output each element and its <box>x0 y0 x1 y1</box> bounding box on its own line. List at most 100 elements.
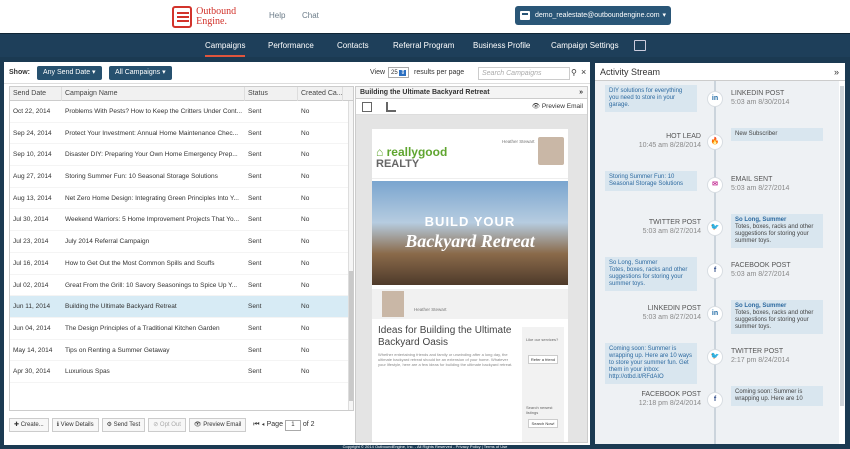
event-meta: FACEBOOK POST 12:18 pm 8/24/2014 <box>601 390 701 408</box>
side-search-label: Search newest listings <box>526 405 553 415</box>
table-row[interactable]: Jul 02, 2014 Great From the Grill: 10 Sav… <box>10 275 353 297</box>
event-date: 5:03 am 8/27/2014 <box>642 314 701 321</box>
col-created[interactable]: Created Ca... <box>298 87 343 101</box>
nav-business-profile[interactable]: Business Profile <box>473 34 530 57</box>
event-text: Coming soon: Summer is wrapping up. Here… <box>609 346 693 380</box>
table-row[interactable]: Jul 30, 2014 Weekend Warriors: 5 Home Imp… <box>10 209 353 232</box>
table-scrollbar[interactable] <box>348 101 353 410</box>
preview-email-button[interactable]: 👁 Preview Email <box>188 418 247 432</box>
activity-event: 🐦 Coming soon: Summer is wrapping up. Her… <box>595 341 845 384</box>
user-email: demo_realestate@outboundengine.com <box>535 12 660 19</box>
per-page-label: results per page <box>414 69 465 76</box>
scrollbar-thumb[interactable] <box>840 86 844 406</box>
send-test-button[interactable]: ⚙ Send Test <box>101 418 146 432</box>
bar-chart-icon[interactable] <box>386 102 396 112</box>
prev-page-icon[interactable]: ◂ <box>262 421 265 428</box>
page-input[interactable]: 1 <box>284 419 301 431</box>
table-row[interactable]: Sep 10, 2014 Disaster DIY: Preparing Your… <box>10 144 353 167</box>
opt-out-label: Opt Out <box>159 422 181 428</box>
search-input[interactable]: Search Campaigns <box>478 67 570 80</box>
event-bubble[interactable]: DIY solutions for everything you need to… <box>605 85 697 112</box>
table-row[interactable]: Aug 27, 2014 Storing Summer Fun: 10 Seaso… <box>10 166 353 188</box>
preview-email-link[interactable]: 👁 Preview Email <box>532 102 583 110</box>
nav-campaigns[interactable]: Campaigns <box>205 34 246 57</box>
table-row[interactable]: Jun 11, 2014 Building the Ultimate Backya… <box>10 296 353 318</box>
table-row[interactable]: Oct 22, 2014 Problems With Pests? How to … <box>10 101 353 123</box>
cell-send-date: Jun 11, 2014 <box>13 303 51 311</box>
refer-friend-button[interactable]: Refer a friend <box>528 355 558 364</box>
event-link[interactable]: So Long, Summer <box>735 217 819 224</box>
event-date: 5:03 am 8/30/2014 <box>731 99 790 106</box>
event-bubble[interactable]: So Long, Summer Totes, boxes, racks and o… <box>731 214 823 248</box>
search-now-button[interactable]: Search Now! <box>528 419 558 428</box>
email-header: ⌂ reallygood REALTY Heather Stewart <box>372 129 568 179</box>
campaign-filter[interactable]: All Campaigns ▾ <box>109 66 172 80</box>
chat-link[interactable]: Chat <box>302 11 319 20</box>
nav-referral-program[interactable]: Referral Program <box>393 34 454 57</box>
nav-contacts[interactable]: Contacts <box>337 34 369 57</box>
cell-campaign-name: Weekend Warriors: 5 Home Improvement Pro… <box>65 216 240 224</box>
event-bubble[interactable]: So Long, Summer Totes, boxes, racks and o… <box>605 257 697 291</box>
side-question: Like our services? <box>526 337 559 342</box>
expand-icon[interactable]: » <box>579 87 583 99</box>
cell-created: No <box>301 108 310 115</box>
fire-icon: 🔥 <box>707 134 723 150</box>
expand-icon[interactable]: » <box>834 63 839 81</box>
nav-campaign-settings[interactable]: Campaign Settings <box>551 34 619 57</box>
activity-scrollbar[interactable] <box>839 81 845 444</box>
table-row[interactable]: Sep 24, 2014 Protect Your Investment: Ann… <box>10 123 353 145</box>
preview-header: Building the Ultimate Backyard Retreat » <box>356 87 587 99</box>
event-bubble[interactable]: Coming soon: Summer is wrapping up. Here… <box>731 386 823 406</box>
cell-send-date: Sep 10, 2014 <box>13 151 52 159</box>
cell-campaign-name: How to Get Out the Most Common Spills an… <box>65 259 215 267</box>
send-date-filter[interactable]: Any Send Date ▾ <box>37 66 102 80</box>
event-bubble[interactable]: Storing Summer Fun: 10 Seasonal Storage … <box>605 171 697 191</box>
cell-send-date: Jun 04, 2014 <box>13 324 51 332</box>
cell-created: No <box>301 216 310 224</box>
cell-campaign-name: Protect Your Investment: Annual Home Mai… <box>65 129 239 137</box>
main-nav: Campaigns Performance Contacts Referral … <box>0 33 850 57</box>
col-status[interactable]: Status <box>245 87 298 101</box>
cell-status: Sent <box>248 108 262 115</box>
col-campaign-name[interactable]: Campaign Name <box>62 87 245 101</box>
view-count-value: 25 <box>391 70 398 76</box>
help-link[interactable]: Help <box>269 11 285 20</box>
opt-out-button[interactable]: ⊘ Opt Out <box>148 418 186 432</box>
nav-performance[interactable]: Performance <box>268 34 314 57</box>
event-meta: EMAIL SENT 5:03 am 8/27/2014 <box>731 175 831 193</box>
linkedin-icon: in <box>707 91 723 107</box>
event-text: Totes, boxes, racks and other suggestion… <box>735 310 814 330</box>
close-icon[interactable]: × <box>581 67 586 77</box>
hero-line1: BUILD YOUR <box>424 214 516 229</box>
cell-status: Sent <box>248 194 262 202</box>
table-row[interactable]: Apr 30, 2014 Luxurious Spas Sent No <box>10 361 353 383</box>
table-row[interactable]: May 14, 2014 Tips on Renting a Summer Get… <box>10 340 353 362</box>
table-row[interactable]: Jul 23, 2014 July 2014 Referral Campaign S… <box>10 231 353 253</box>
activity-stream-panel: Activity Stream » in DIY solutions for ev… <box>594 62 846 445</box>
table-row[interactable]: Jun 04, 2014 The Design Principles of a T… <box>10 318 353 340</box>
cell-campaign-name: Disaster DIY: Preparing Your Own Home Em… <box>65 151 238 159</box>
outboundengine-logo[interactable]: Outbound Engine. <box>172 4 262 30</box>
create-button[interactable]: ✚ Create... <box>9 418 49 432</box>
table-row[interactable]: Jul 16, 2014 How to Get Out the Most Comm… <box>10 253 353 275</box>
col-send-date[interactable]: Send Date <box>10 87 62 101</box>
event-meta: LINKEDIN POST 5:03 am 8/30/2014 <box>731 89 831 107</box>
scrollbar-thumb[interactable] <box>349 271 353 401</box>
event-link[interactable]: So Long, Summer <box>609 260 693 267</box>
user-menu[interactable]: demo_realestate@outboundengine.com ▾ <box>515 6 671 25</box>
event-bubble[interactable]: Coming soon: Summer is wrapping up. Here… <box>605 343 697 384</box>
event-bubble[interactable]: New Subscriber <box>731 128 823 141</box>
building-icon[interactable] <box>362 102 372 112</box>
search-icon[interactable]: ⚲ <box>571 68 577 77</box>
agent-name: Heather Stewart <box>414 307 447 312</box>
view-details-button[interactable]: ℹ View Details <box>51 418 99 432</box>
first-page-icon[interactable]: ⏮ <box>253 421 259 428</box>
event-bubble[interactable]: So Long, Summer Totes, boxes, racks and o… <box>731 300 823 334</box>
view-count-select[interactable]: 25 ⇕ <box>388 67 410 78</box>
event-link[interactable]: So Long, Summer <box>735 303 819 310</box>
cell-send-date: Jul 30, 2014 <box>13 216 49 224</box>
twitter-icon: 🐦 <box>707 349 723 365</box>
book-icon[interactable] <box>634 40 646 51</box>
cell-campaign-name: Luxurious Spas <box>65 368 110 376</box>
table-row[interactable]: Aug 13, 2014 Net Zero Home Design: Integr… <box>10 188 353 210</box>
